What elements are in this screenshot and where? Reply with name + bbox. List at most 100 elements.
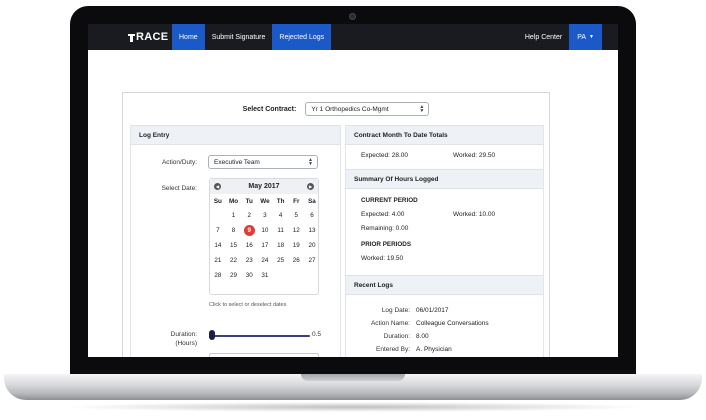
calendar-day-number: 19 (292, 242, 300, 249)
calendar-day[interactable]: 4 (273, 208, 289, 223)
contract-select[interactable]: Yr 1 Orthopedics Co-Mgmt ▲ ▼ (305, 102, 430, 116)
action-name-label: Action Name: (370, 320, 410, 327)
calendar-day-number: 25 (277, 257, 285, 264)
calendar-day-selected[interactable]: 9 (241, 223, 257, 238)
calendar-day-number: 11 (277, 227, 284, 234)
calendar-day[interactable]: 28 (210, 268, 226, 283)
calendar-day[interactable]: 13 (304, 223, 320, 238)
totals-title: Contract Month To Date Totals (346, 125, 543, 145)
calendar-day[interactable]: 3 (257, 208, 273, 223)
calendar-day[interactable]: 8 (226, 223, 242, 238)
weekday-header: Tu (245, 197, 253, 205)
calendar-day[interactable]: 24 (257, 253, 273, 268)
log-entry-title: Log Entry (131, 125, 340, 145)
prev-month-icon[interactable]: ◀ (214, 183, 221, 190)
weekday-header: Mo (228, 197, 239, 205)
calendar-day-number: 24 (261, 257, 269, 264)
nav-submit-signature[interactable]: Submit Signature (205, 24, 273, 50)
calendar-day[interactable]: 10 (257, 223, 273, 238)
calendar-day[interactable]: 22 (226, 253, 242, 268)
calendar-month: May 2017 (248, 183, 280, 190)
calendar-day[interactable]: 31 (257, 268, 273, 283)
weekday-header: Fr (293, 197, 300, 205)
next-month-icon[interactable]: ▶ (306, 183, 314, 190)
calendar-day[interactable]: 25 (273, 253, 289, 268)
duration-unit-label: (Hours) (175, 340, 197, 347)
screen: RACE Home Submit Signature Rejected Logs… (88, 24, 618, 357)
calendar-day[interactable]: 15 (226, 238, 242, 253)
action-name-value: Colleague Conversations (416, 320, 489, 327)
entered-by-label: Entered By: (376, 346, 410, 353)
calendar-grid: Su Mo Tu We Th Fr Sa 1 2 3 4 5 6 7 8 9 10 11 12 13 14 15 16 17 1… (210, 194, 318, 283)
prior-worked: Worked: 19.50 (361, 255, 404, 262)
nav-help-center[interactable]: Help Center (518, 24, 569, 50)
calendar-day-number: 21 (214, 257, 222, 264)
calendar-day-number: 28 (214, 272, 222, 279)
calendar-day-number: 17 (261, 242, 269, 249)
calendar-day-number: 8 (231, 227, 236, 234)
app-logo[interactable]: RACE (88, 24, 172, 50)
log-duration-label: Duration: (383, 333, 410, 340)
calendar-day-number: 23 (245, 257, 253, 264)
calendar-day[interactable]: 17 (257, 238, 273, 253)
nav-home[interactable]: Home (172, 24, 205, 50)
calendar-day[interactable]: 19 (288, 238, 304, 253)
camera-icon (349, 13, 356, 20)
laptop-shadow (60, 402, 646, 412)
caret-down-icon: ▼ (589, 34, 594, 40)
calendar-day[interactable]: 6 (304, 208, 320, 223)
calendar-day[interactable]: 11 (273, 223, 289, 238)
weekday-header: Su (213, 197, 222, 205)
calendar-day-number: 1 (231, 212, 236, 219)
calendar-day[interactable]: 7 (210, 223, 226, 238)
next-field[interactable] (209, 353, 319, 357)
duration-slider-track[interactable] (212, 335, 310, 337)
calendar-day-number: 2 (247, 212, 251, 219)
calendar-day[interactable]: 16 (241, 238, 257, 253)
calendar-day[interactable]: 23 (241, 253, 257, 268)
calendar-day-number: 30 (245, 272, 253, 279)
action-duty-select[interactable]: Executive Team ▲ ▼ (208, 155, 318, 169)
duration-slider-handle[interactable] (209, 330, 215, 340)
calendar-day-number: 4 (278, 212, 283, 219)
nav-rejected-logs[interactable]: Rejected Logs (272, 24, 332, 50)
calendar-day[interactable]: 20 (304, 238, 320, 253)
user-menu[interactable]: PA ▼ (569, 24, 602, 50)
calendar-day[interactable]: 30 (241, 268, 257, 283)
calendar-day[interactable]: 27 (304, 253, 320, 268)
current-period-title: CURRENT PERIOD (361, 197, 418, 204)
calendar-day[interactable]: 29 (226, 268, 242, 283)
calendar-day-number: 16 (245, 242, 253, 249)
calendar-day-number: 22 (230, 257, 238, 264)
top-navbar: RACE Home Submit Signature Rejected Logs… (88, 24, 618, 50)
calendar-day[interactable]: 2 (241, 208, 257, 223)
calendar-hint: Click to select or deselect dates (209, 302, 287, 308)
calendar-day[interactable]: 1 (226, 208, 242, 223)
laptop-notch (301, 374, 405, 381)
entered-by-value: A. Physician (416, 346, 452, 353)
calendar-day[interactable]: 18 (273, 238, 289, 253)
calendar-day-number: 6 (310, 212, 314, 219)
recent-logs-section: Recent Logs (346, 275, 543, 295)
totals-expected: Expected: 28.00 (361, 152, 408, 159)
calendar-day-number: 10 (261, 227, 269, 234)
logo-text: RACE (136, 31, 169, 43)
calendar-day[interactable]: 21 (210, 253, 226, 268)
contract-row: Select Contract: Yr 1 Orthopedics Co-Mgm… (123, 93, 549, 125)
calendar-day[interactable]: 5 (288, 208, 304, 223)
duration-value: 0.5 (312, 331, 322, 338)
user-initials: PA (577, 33, 587, 41)
recent-logs-title: Recent Logs (346, 275, 543, 295)
main-content: Select Contract: Yr 1 Orthopedics Co-Mgm… (88, 50, 618, 357)
summary-section: Summary Of Hours Logged (346, 169, 543, 189)
calendar-day[interactable]: 14 (210, 238, 226, 253)
calendar-day-number: 29 (230, 272, 238, 279)
duration-label: Duration: (170, 331, 197, 338)
log-duration-value: 8.00 (416, 333, 429, 340)
calendar-day-number: 20 (308, 242, 316, 249)
calendar-day[interactable]: 12 (288, 223, 304, 238)
calendar-day-number: 12 (292, 227, 300, 234)
calendar-day[interactable]: 26 (288, 253, 304, 268)
calendar-day-number: 13 (308, 227, 316, 234)
action-duty-value: Executive Team (214, 158, 260, 166)
